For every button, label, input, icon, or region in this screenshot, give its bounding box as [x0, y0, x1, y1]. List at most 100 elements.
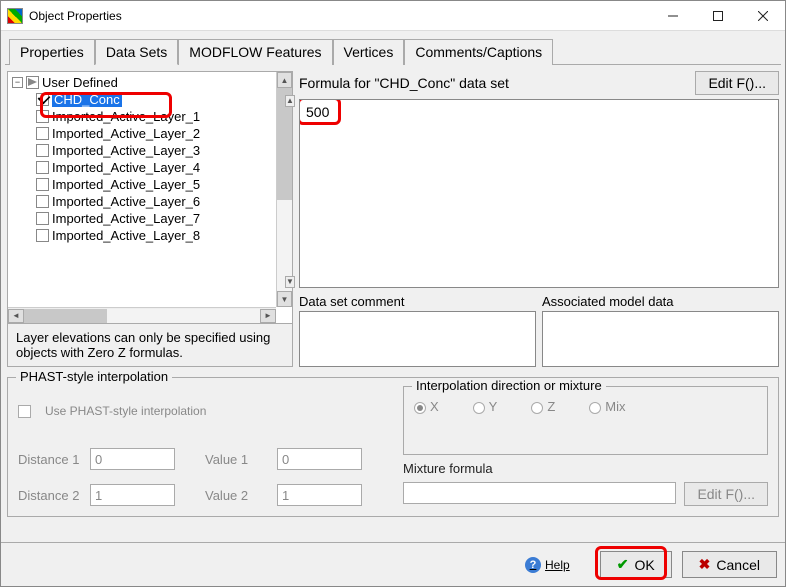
- gutter-up-icon: ▲: [285, 95, 295, 107]
- checkbox-icon[interactable]: [36, 93, 49, 106]
- tab-properties[interactable]: Properties: [9, 39, 95, 65]
- distance1-label: Distance 1: [18, 452, 84, 467]
- tree-root-user-defined[interactable]: − User Defined: [10, 74, 290, 91]
- distance2-input[interactable]: [90, 484, 175, 506]
- interp-direction-group: Interpolation direction or mixture X Y Z…: [403, 386, 768, 455]
- scroll-up-icon[interactable]: ▲: [277, 72, 292, 88]
- help-icon: ?: [525, 557, 541, 573]
- tab-comments-captions[interactable]: Comments/Captions: [404, 39, 553, 65]
- interp-direction-legend: Interpolation direction or mixture: [412, 378, 606, 393]
- maximize-icon: [713, 11, 723, 21]
- dialog-footer: ? Help ✔ OK ✖ Cancel: [1, 542, 785, 586]
- checkbox-icon[interactable]: [36, 127, 49, 140]
- use-phast-checkbox[interactable]: [18, 405, 31, 418]
- radio-x[interactable]: X: [414, 399, 439, 414]
- radio-icon: [473, 402, 485, 414]
- value1-input[interactable]: [277, 448, 362, 470]
- checkbox-icon[interactable]: [36, 229, 49, 242]
- tree-item[interactable]: Imported_Active_Layer_5: [34, 176, 290, 193]
- tree-item-label: CHD_Conc: [52, 92, 122, 107]
- formula-label: Formula for "CHD_Conc" data set: [299, 75, 687, 91]
- radio-mix[interactable]: Mix: [589, 399, 625, 414]
- distance2-label: Distance 2: [18, 488, 84, 503]
- tree-item[interactable]: Imported_Active_Layer_1: [34, 108, 290, 125]
- associated-model-box[interactable]: [542, 311, 779, 367]
- window-title: Object Properties: [29, 9, 650, 23]
- formula-value: 500: [306, 104, 329, 120]
- help-link[interactable]: ? Help: [525, 557, 570, 573]
- checkbox-icon[interactable]: [36, 212, 49, 225]
- tree-item-label: Imported_Active_Layer_4: [52, 160, 200, 175]
- edit-mixture-formula-button[interactable]: Edit F()...: [684, 482, 768, 506]
- close-icon: [758, 11, 768, 21]
- gutter-down-icon: ▼: [285, 276, 295, 288]
- tree-item[interactable]: Imported_Active_Layer_2: [34, 125, 290, 142]
- radio-icon: [589, 402, 601, 414]
- tree-item[interactable]: Imported_Active_Layer_6: [34, 193, 290, 210]
- checkbox-icon[interactable]: [36, 195, 49, 208]
- checkbox-icon[interactable]: [36, 178, 49, 191]
- tree-item-label: Imported_Active_Layer_7: [52, 211, 200, 226]
- tree-item-label: Imported_Active_Layer_3: [52, 143, 200, 158]
- tristate-checkbox-icon[interactable]: [26, 76, 39, 89]
- tab-content: − User Defined CHD_Conc Imported_Active_…: [1, 65, 785, 542]
- tree-item-label: Imported_Active_Layer_8: [52, 228, 200, 243]
- ok-button[interactable]: ✔ OK: [600, 551, 672, 578]
- radio-z[interactable]: Z: [531, 399, 555, 414]
- phast-legend: PHAST-style interpolation: [16, 369, 172, 384]
- tree-root-label: User Defined: [42, 75, 118, 90]
- app-icon: [7, 8, 23, 24]
- tree-item-label: Imported_Active_Layer_6: [52, 194, 200, 209]
- x-icon: ✖: [699, 556, 711, 573]
- radio-y[interactable]: Y: [473, 399, 498, 414]
- associated-model-header: Associated model data: [542, 294, 779, 309]
- cancel-button[interactable]: ✖ Cancel: [682, 551, 777, 578]
- minimize-button[interactable]: [650, 1, 695, 30]
- layer-elevation-note: Layer elevations can only be specified u…: [8, 323, 292, 366]
- tree-item[interactable]: Imported_Active_Layer_7: [34, 210, 290, 227]
- scroll-right-icon[interactable]: ►: [260, 309, 276, 323]
- dataset-comment-header: Data set comment: [299, 294, 536, 309]
- formula-gutter: ▲ ▼: [285, 95, 295, 288]
- check-icon: ✔: [617, 556, 629, 573]
- formula-panel: Formula for "CHD_Conc" data set Edit F()…: [299, 71, 779, 367]
- titlebar: Object Properties: [1, 1, 785, 31]
- datasets-tree-panel: − User Defined CHD_Conc Imported_Active_…: [7, 71, 293, 367]
- value1-label: Value 1: [205, 452, 271, 467]
- radio-icon: [531, 402, 543, 414]
- scroll-down-icon[interactable]: ▼: [277, 291, 292, 307]
- scroll-left-icon[interactable]: ◄: [8, 309, 24, 323]
- tab-strip: Properties Data Sets MODFLOW Features Ve…: [5, 35, 781, 65]
- mixture-formula-input[interactable]: [403, 482, 676, 504]
- minimize-icon: [668, 11, 678, 21]
- use-phast-label: Use PHAST-style interpolation: [45, 404, 206, 418]
- formula-input[interactable]: 500: [299, 99, 779, 288]
- tree-item[interactable]: Imported_Active_Layer_4: [34, 159, 290, 176]
- value2-input[interactable]: [277, 484, 362, 506]
- tab-modflow-features[interactable]: MODFLOW Features: [178, 39, 332, 65]
- tree-item-label: Imported_Active_Layer_2: [52, 126, 200, 141]
- radio-icon: [414, 402, 426, 414]
- tab-data-sets[interactable]: Data Sets: [95, 39, 178, 65]
- mixture-formula-label: Mixture formula: [403, 461, 768, 476]
- value2-label: Value 2: [205, 488, 271, 503]
- tree-item[interactable]: Imported_Active_Layer_8: [34, 227, 290, 244]
- scroll-thumb[interactable]: [24, 309, 107, 323]
- tab-vertices[interactable]: Vertices: [333, 39, 405, 65]
- checkbox-icon[interactable]: [36, 110, 49, 123]
- datasets-tree[interactable]: − User Defined CHD_Conc Imported_Active_…: [8, 72, 292, 323]
- dataset-comment-box[interactable]: [299, 311, 536, 367]
- tree-item[interactable]: Imported_Active_Layer_3: [34, 142, 290, 159]
- collapse-icon[interactable]: −: [12, 77, 23, 88]
- tree-item-chd-conc[interactable]: CHD_Conc: [34, 91, 290, 108]
- tree-item-label: Imported_Active_Layer_1: [52, 109, 200, 124]
- checkbox-icon[interactable]: [36, 144, 49, 157]
- tree-item-label: Imported_Active_Layer_5: [52, 177, 200, 192]
- close-button[interactable]: [740, 1, 785, 30]
- edit-formula-button[interactable]: Edit F()...: [695, 71, 779, 95]
- phast-group: PHAST-style interpolation Use PHAST-styl…: [7, 377, 779, 517]
- maximize-button[interactable]: [695, 1, 740, 30]
- distance1-input[interactable]: [90, 448, 175, 470]
- tree-horizontal-scrollbar[interactable]: ◄ ►: [8, 307, 276, 323]
- checkbox-icon[interactable]: [36, 161, 49, 174]
